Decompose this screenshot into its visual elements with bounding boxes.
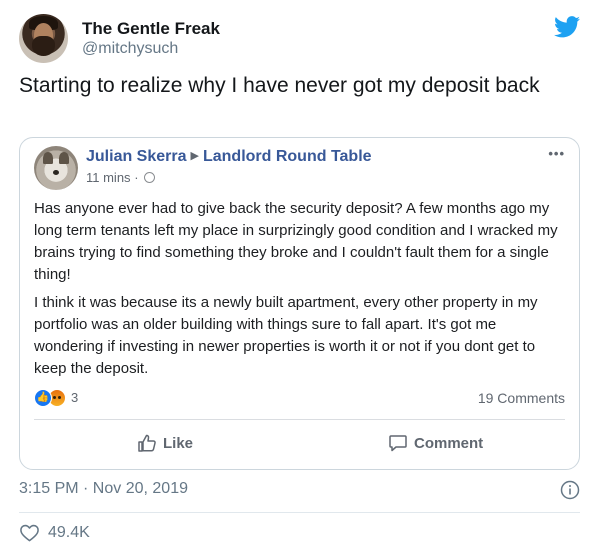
like-reaction-icon: 👍 — [34, 389, 52, 407]
thumbs-up-icon — [138, 434, 156, 452]
like-label: Like — [163, 434, 194, 452]
post-body: Has anyone ever had to give back the sec… — [34, 198, 569, 386]
info-icon[interactable] — [560, 480, 580, 500]
globe-icon — [144, 172, 156, 183]
comment-bubble-icon — [389, 435, 407, 452]
twitter-bird-icon[interactable] — [554, 16, 580, 38]
embedded-facebook-post: Julian Skerra ▶ Landlord Round Table 11 mi… — [19, 137, 580, 470]
triangle-right-icon: ▶ — [190, 150, 199, 162]
tweet-timestamp[interactable]: 3:15 PM · Nov 20, 2019 — [19, 480, 188, 498]
more-options-icon[interactable]: ••• — [548, 146, 565, 161]
post-author-avatar[interactable] — [34, 146, 78, 190]
display-name[interactable]: The Gentle Freak — [82, 19, 220, 39]
comments-count[interactable]: 19 Comments — [478, 390, 565, 406]
heart-icon — [20, 524, 39, 542]
divider — [19, 512, 580, 513]
post-author-line: Julian Skerra ▶ Landlord Round Table — [86, 148, 372, 166]
divider — [34, 419, 565, 420]
post-paragraph-2: I think it was because its a newly built… — [34, 294, 538, 377]
like-count: 49.4K — [48, 524, 90, 541]
tweet-text: Starting to realize why I have never got… — [19, 74, 540, 97]
tweet-header: The Gentle Freak @mitchysuch — [19, 14, 580, 70]
comment-label: Comment — [414, 434, 484, 452]
like-action[interactable]: 49.4K — [19, 523, 90, 543]
comment-button[interactable]: Comment — [388, 433, 483, 453]
post-time[interactable]: 11 mins — [86, 170, 131, 185]
handle[interactable]: @mitchysuch — [82, 40, 178, 58]
meta-separator: · — [134, 170, 139, 185]
post-meta: 11 mins · — [86, 170, 156, 185]
post-paragraph-1: Has anyone ever had to give back the sec… — [34, 200, 558, 283]
post-group-name[interactable]: Landlord Round Table — [203, 148, 372, 165]
like-button[interactable]: Like — [137, 433, 193, 453]
reaction-count: 3 — [71, 390, 79, 405]
post-author-name[interactable]: Julian Skerra — [86, 148, 187, 165]
avatar[interactable] — [19, 14, 68, 63]
